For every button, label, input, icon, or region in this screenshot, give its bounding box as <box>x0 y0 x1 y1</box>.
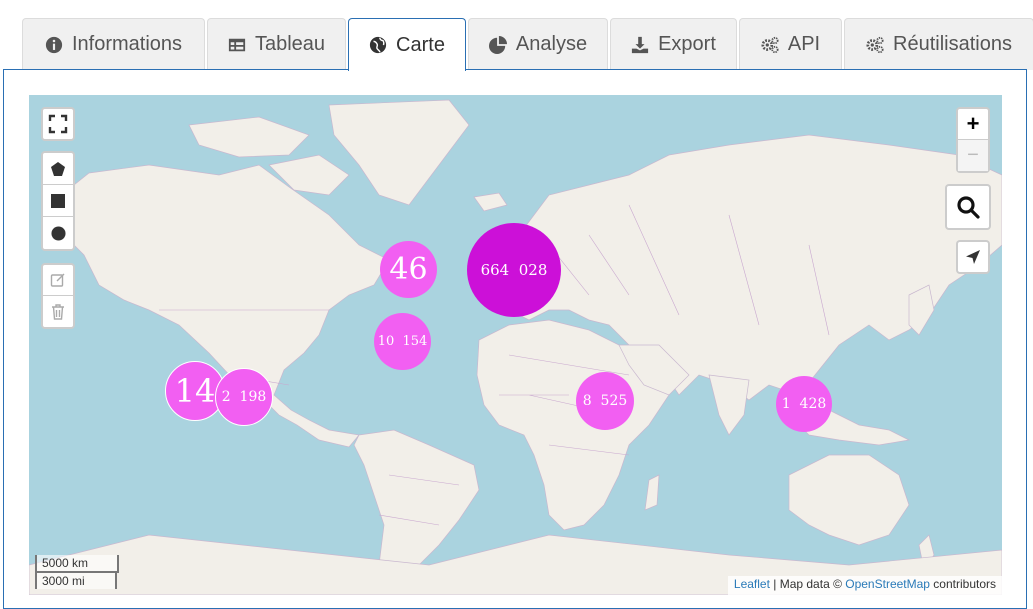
tab-carte[interactable]: Carte <box>348 18 466 71</box>
tab-label: Réutilisations <box>893 33 1012 55</box>
search-control <box>945 184 991 230</box>
map-cluster-marker[interactable]: 46 <box>380 241 437 298</box>
tab-informations[interactable]: Informations <box>22 18 205 70</box>
tab-label: Analyse <box>515 33 588 55</box>
map-cluster-marker[interactable]: 10 154 <box>374 313 431 370</box>
tab-tableau[interactable]: Tableau <box>207 18 346 70</box>
tab-analyse[interactable]: Analyse <box>468 18 608 70</box>
attribution-suffix: contributors <box>929 577 996 591</box>
tab-label: Carte <box>396 33 445 56</box>
zoom-out-button[interactable]: − <box>958 140 988 171</box>
trash-icon <box>52 303 64 320</box>
draw-circle-button[interactable] <box>43 217 73 249</box>
gears-icon <box>761 36 779 53</box>
map-cluster-marker[interactable]: 1 428 <box>776 376 832 432</box>
locate-control <box>956 240 990 274</box>
delete-layers-button[interactable] <box>43 296 73 327</box>
gears-icon <box>866 36 884 53</box>
zoom-control: + − <box>956 107 990 173</box>
map-cluster-marker[interactable]: 664 028 <box>467 223 561 317</box>
openstreetmap-link[interactable]: OpenStreetMap <box>845 577 930 591</box>
map-attribution: Leaflet | Map data © OpenStreetMap contr… <box>727 576 1002 595</box>
polygon-icon <box>51 161 65 176</box>
pie-chart-icon <box>488 35 507 54</box>
map-cluster-marker[interactable]: 2 198 <box>215 368 273 426</box>
locate-button[interactable] <box>958 242 988 272</box>
download-icon <box>631 36 649 53</box>
edit-layers-button[interactable] <box>43 265 73 296</box>
search-button[interactable] <box>947 186 989 228</box>
square-icon <box>51 193 65 208</box>
zoom-in-button[interactable]: + <box>958 109 988 140</box>
edit-icon <box>50 273 65 287</box>
fullscreen-control <box>41 107 75 141</box>
tab-label: Tableau <box>254 33 326 55</box>
draw-rectangle-button[interactable] <box>43 185 73 217</box>
tab-export[interactable]: Export <box>610 18 737 70</box>
tab-bar: Informations Tableau Carte Analyse Expor… <box>22 18 1033 71</box>
fullscreen-button[interactable] <box>43 109 73 139</box>
edit-toolbar <box>41 263 75 329</box>
attribution-text: | Map data © <box>769 577 846 591</box>
location-arrow-icon <box>966 250 980 264</box>
map-container[interactable]: 46 664 028 10 154 14 2 198 8 525 1 428 +… <box>29 95 1002 595</box>
fullscreen-icon <box>48 114 68 134</box>
scale-bar: 5000 km 3000 mi <box>35 555 119 589</box>
search-icon <box>957 196 980 219</box>
info-circle-icon <box>45 36 63 53</box>
scale-mi: 3000 mi <box>35 571 117 589</box>
map-cluster-marker[interactable]: 8 525 <box>576 372 634 430</box>
world-basemap[interactable] <box>29 95 1002 595</box>
tab-api[interactable]: API <box>739 18 842 70</box>
globe-icon <box>369 36 387 54</box>
leaflet-link[interactable]: Leaflet <box>734 577 770 591</box>
tab-label: Export <box>658 33 716 55</box>
draw-toolbar <box>41 151 75 251</box>
tab-label: Informations <box>71 33 183 55</box>
circle-icon <box>50 225 66 241</box>
tab-reutilisations[interactable]: Réutilisations <box>844 18 1033 70</box>
tab-label: API <box>787 33 821 55</box>
table-icon <box>228 38 246 51</box>
draw-polygon-button[interactable] <box>43 153 73 185</box>
